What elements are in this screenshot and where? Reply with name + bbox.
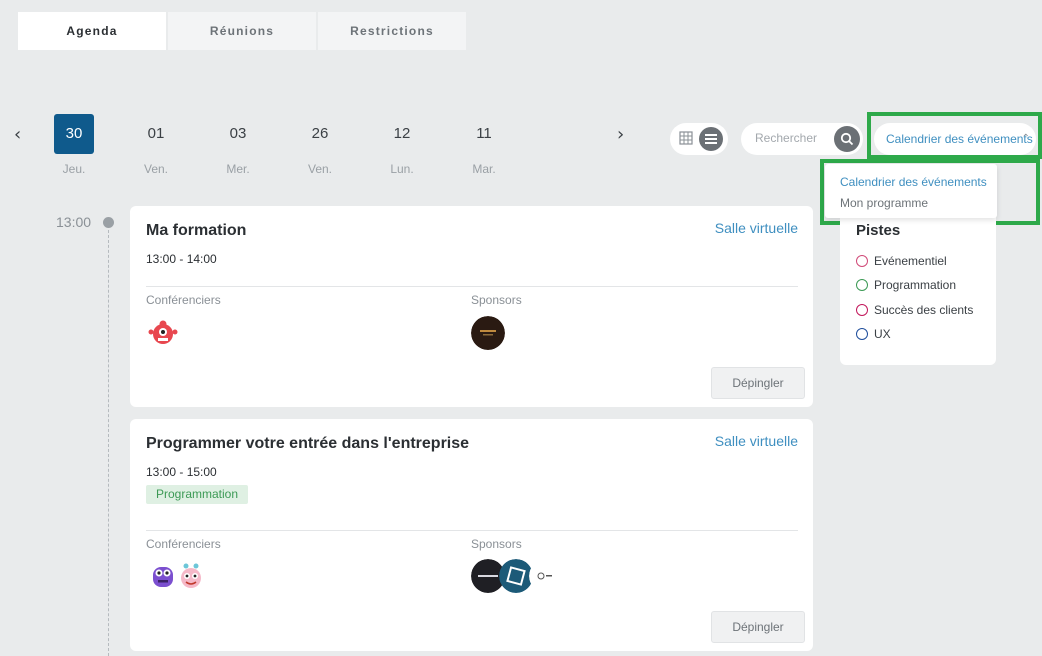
list-view-icon[interactable] xyxy=(699,127,723,151)
tab-reunions[interactable]: Réunions xyxy=(168,12,316,50)
date-item[interactable]: 03 Mer. xyxy=(218,114,258,176)
divider xyxy=(146,286,798,287)
date-day: 12 xyxy=(393,125,411,142)
session-title: Programmer votre entrée dans l'entrepris… xyxy=(146,435,470,452)
date-day: 01 xyxy=(147,125,165,142)
date-day: 03 xyxy=(229,125,247,142)
dropdown-option-event-calendar[interactable]: Calendrier des événements xyxy=(840,175,987,189)
sponsors-label: Sponsors xyxy=(471,293,522,307)
session-time: 13:00 - 14:00 xyxy=(146,252,217,266)
date-weekday: Lun. xyxy=(390,162,414,176)
tab-agenda[interactable]: Agenda xyxy=(18,12,166,50)
divider xyxy=(146,530,798,531)
chevron-up-icon: ⌃ xyxy=(1021,133,1030,144)
date-strip: ‹ 30 Jeu. 01 Ven. 03 Mer. 26 Ven. 12 Lun… xyxy=(0,114,650,184)
timeline-dot xyxy=(103,217,114,228)
search-icon[interactable] xyxy=(834,126,860,152)
tracks-title: Pistes xyxy=(856,222,901,239)
track-radio-icon xyxy=(856,304,868,316)
speakers-label: Conférenciers xyxy=(146,293,221,307)
calendar-select[interactable]: Calendrier des événements ⌃ xyxy=(874,123,1036,155)
session-card[interactable]: Ma formation Salle virtuelle 13:00 - 14:… xyxy=(130,206,813,407)
date-weekday: Ven. xyxy=(143,162,169,176)
track-label: Evénementiel xyxy=(874,254,947,268)
calendar-dropdown: Calendrier des événements Mon programme xyxy=(825,164,997,218)
search-box xyxy=(741,123,863,155)
session-time: 13:00 - 15:00 xyxy=(146,465,217,479)
date-weekday: Mer. xyxy=(226,162,250,176)
sponsors-label: Sponsors xyxy=(471,537,522,551)
date-item[interactable]: 30 Jeu. xyxy=(54,114,94,176)
tab-bar: Agenda Réunions Restrictions xyxy=(18,12,466,50)
grid-view-icon[interactable] xyxy=(678,131,694,147)
track-radio-icon xyxy=(856,328,868,340)
session-card[interactable]: Programmer votre entrée dans l'entrepris… xyxy=(130,419,813,651)
prev-date-icon[interactable]: ‹ xyxy=(14,124,21,145)
track-radio-icon xyxy=(856,279,868,291)
date-day: 26 xyxy=(311,125,329,142)
tab-restrictions[interactable]: Restrictions xyxy=(318,12,466,50)
dropdown-option-my-program[interactable]: Mon programme xyxy=(840,196,928,210)
speakers-label: Conférenciers xyxy=(146,537,221,551)
speaker-avatar[interactable] xyxy=(174,559,208,593)
search-input[interactable] xyxy=(755,131,833,145)
unpin-button[interactable]: Dépingler xyxy=(711,367,805,399)
tracks-panel: Pistes Evénementiel Programmation Succès… xyxy=(840,212,996,365)
date-item[interactable]: 01 Ven. xyxy=(136,114,176,176)
track-item[interactable]: Programmation xyxy=(856,278,956,292)
session-room-link[interactable]: Salle virtuelle xyxy=(715,433,798,449)
track-item[interactable]: Evénementiel xyxy=(856,254,947,268)
speaker-avatar[interactable] xyxy=(146,316,180,350)
date-item[interactable]: 12 Lun. xyxy=(382,114,422,176)
calendar-select-value: Calendrier des événements xyxy=(886,132,1033,146)
date-day: 30 xyxy=(54,114,94,154)
view-toggle xyxy=(670,123,728,155)
date-item[interactable]: 26 Ven. xyxy=(300,114,340,176)
track-label: Programmation xyxy=(874,278,957,292)
timeline-time: 13:00 xyxy=(56,214,92,230)
track-label: Succès des clients xyxy=(874,303,974,317)
sponsor-logo[interactable] xyxy=(471,316,505,350)
track-item[interactable]: Succès des clients xyxy=(856,303,973,317)
track-tag: Programmation xyxy=(146,485,249,504)
sponsor-logo[interactable] xyxy=(529,559,563,593)
timeline-line xyxy=(108,230,109,656)
unpin-button[interactable]: Dépingler xyxy=(711,611,805,643)
track-label: UX xyxy=(874,327,891,341)
next-date-icon[interactable]: › xyxy=(617,124,624,145)
track-item[interactable]: UX xyxy=(856,327,891,341)
date-weekday: Mar. xyxy=(472,162,496,176)
date-item[interactable]: 11 Mar. xyxy=(464,114,504,176)
date-weekday: Jeu. xyxy=(62,162,86,176)
sponsor-logo[interactable] xyxy=(499,559,533,593)
date-day: 11 xyxy=(476,125,492,142)
session-title: Ma formation xyxy=(146,222,247,239)
session-room-link[interactable]: Salle virtuelle xyxy=(715,220,798,236)
date-weekday: Ven. xyxy=(307,162,333,176)
track-radio-icon xyxy=(856,255,868,267)
